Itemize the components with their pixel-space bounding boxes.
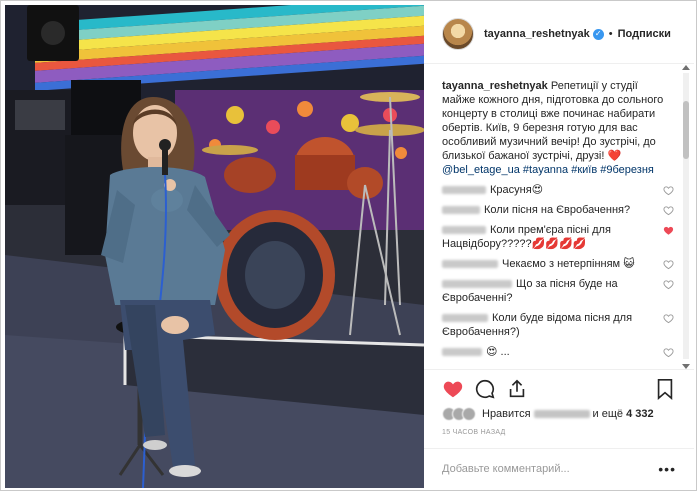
comment-heart-icon[interactable] [663,259,674,270]
liker-username-blurred[interactable] [533,410,590,418]
likes-count[interactable]: 4 332 [626,408,654,420]
separator-dot: • [608,28,613,40]
caption-text: Репетиції у студії майже кожного дня, пі… [442,80,664,162]
more-options-icon[interactable]: ••• [658,461,676,477]
likes-suffix: и ещё [592,408,624,420]
verified-badge-icon: ✓ [592,28,604,40]
post-photo[interactable] [5,5,424,488]
share-icon[interactable] [506,378,528,400]
comment-row: Коли прем'єра пісні для Нацвідбору?????💋… [442,223,674,251]
author-avatar[interactable] [442,18,474,50]
post-caption: tayanna_reshetnyak Репетиції у студії ма… [442,79,674,177]
add-comment-input[interactable] [442,462,659,475]
comment-row: Красуня😍 [442,183,674,197]
comment-username-blurred[interactable] [442,206,480,215]
comment-heart-icon[interactable] [663,347,674,358]
comment-username-blurred[interactable] [442,226,486,235]
comment-username-blurred[interactable] [442,186,486,195]
comments-list: tayanna_reshetnyak Репетиції у студії ма… [424,65,694,369]
comment-row: Чекаємо з нетерпінням 😺 [442,257,674,271]
bookmark-icon[interactable] [654,378,676,400]
comment-username-blurred[interactable] [442,260,498,269]
add-comment-bar: ••• [424,448,694,488]
comment-row: 😍 ... [442,345,674,359]
post-timestamp[interactable]: 15 часов назад [442,429,506,436]
comment-heart-icon[interactable] [663,185,674,196]
post-header: tayanna_reshetnyak ✓ • Подписки [424,5,694,64]
comment-username-blurred[interactable] [442,280,512,289]
post-window: tayanna_reshetnyak ✓ • Подписки tayanna_… [0,0,697,491]
comment-username-blurred[interactable] [442,314,488,323]
scroll-up-arrow-icon[interactable] [682,65,690,70]
likes-summary: Нравится и ещё 4 332 [442,403,654,425]
comment-heart-icon[interactable] [663,279,674,290]
action-bar [424,369,694,407]
follow-button[interactable]: Подписки [618,28,671,40]
liker-avatar [462,407,476,421]
author-username[interactable]: tayanna_reshetnyak [484,28,590,40]
comment-heart-icon[interactable] [663,205,674,216]
caption-hashtags[interactable]: @bel_etage_ua #tayanna #київ #9березня [442,163,674,177]
scroll-thumb[interactable] [683,101,689,159]
comment-text: Красуня😍 [490,184,544,196]
post-sidebar: tayanna_reshetnyak ✓ • Подписки tayanna_… [424,5,694,488]
comments-scrollbar[interactable] [681,65,691,369]
comment-row: Коли пісня на Євробачення? [442,203,674,217]
speech-bubble-icon[interactable] [474,378,496,400]
comment-text: Коли пісня на Євробачення? [484,204,631,216]
heart-filled-icon[interactable] [442,378,464,400]
comment-heart-filled-icon[interactable] [663,225,674,236]
likes-prefix: Нравится [482,408,531,420]
comment-row: Що за пісня буде на Євробаченні? [442,277,674,305]
comment-text: Чекаємо з нетерпінням 😺 [502,258,635,270]
comment-heart-icon[interactable] [663,313,674,324]
rehearsal-photo [5,5,424,488]
comment-row: Коли буде відома пісня для Євробачення?) [442,311,674,339]
liker-avatars[interactable] [442,407,476,421]
comment-text: 😍 ... [486,346,510,358]
comment-username-blurred[interactable] [442,348,482,357]
caption-username[interactable]: tayanna_reshetnyak [442,80,548,92]
